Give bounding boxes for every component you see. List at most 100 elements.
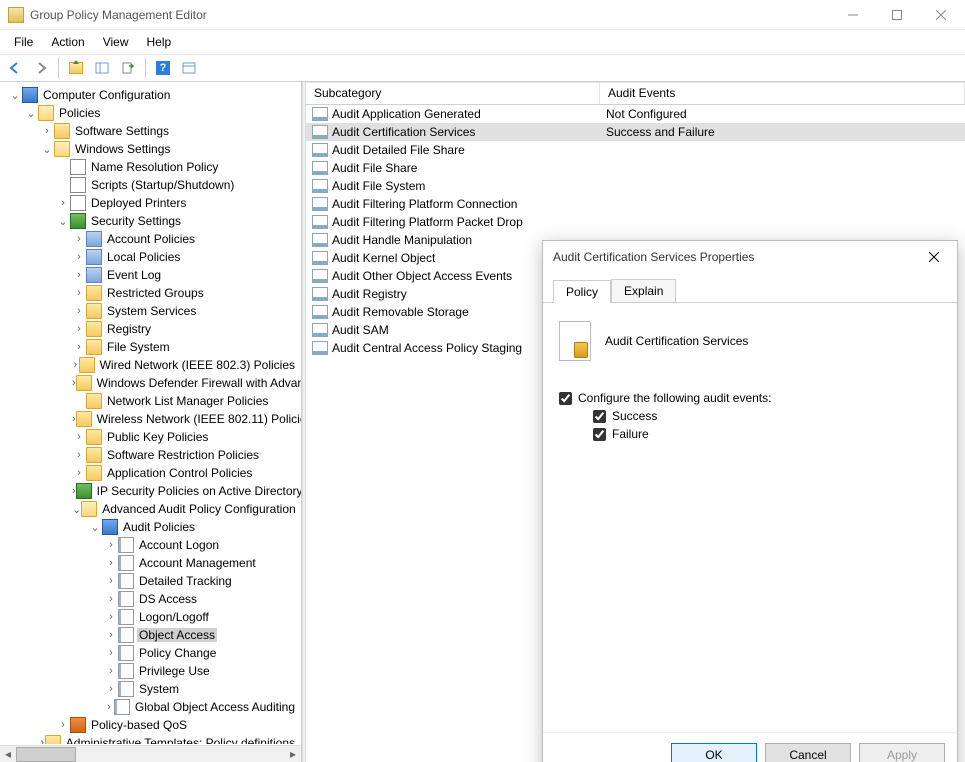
tree-item[interactable]: ›DS Access: [4, 590, 301, 608]
tree-item[interactable]: Name Resolution Policy: [4, 158, 301, 176]
menu-view[interactable]: View: [95, 33, 137, 51]
expand-icon[interactable]: ›: [104, 629, 118, 641]
expand-icon[interactable]: ›: [56, 719, 70, 731]
collapse-icon[interactable]: ⌄: [40, 143, 54, 156]
expand-icon[interactable]: ›: [104, 575, 118, 587]
configure-checkbox[interactable]: [559, 392, 572, 405]
expand-icon[interactable]: ›: [72, 269, 86, 281]
expand-icon[interactable]: ›: [72, 431, 86, 443]
cancel-button[interactable]: Cancel: [765, 743, 851, 762]
menu-help[interactable]: Help: [139, 33, 180, 51]
expand-icon[interactable]: ›: [104, 557, 118, 569]
ok-button[interactable]: OK: [671, 743, 757, 762]
scroll-right-icon[interactable]: ▸: [285, 747, 301, 762]
tree-item[interactable]: ›Policy-based QoS: [4, 716, 301, 734]
expand-icon[interactable]: ›: [104, 701, 114, 713]
column-audit-events[interactable]: Audit Events: [600, 83, 965, 104]
expand-icon[interactable]: ›: [104, 683, 118, 695]
expand-icon[interactable]: ›: [72, 359, 79, 371]
tree-item[interactable]: ›Administrative Templates: Policy defini…: [4, 734, 301, 744]
tree-item[interactable]: ›Account Management: [4, 554, 301, 572]
tree-item[interactable]: ›Object Access: [4, 626, 301, 644]
tree-item[interactable]: ›Wireless Network (IEEE 802.11) Policies: [4, 410, 301, 428]
tree-item[interactable]: ›Detailed Tracking: [4, 572, 301, 590]
column-subcategory[interactable]: Subcategory: [306, 83, 600, 104]
tree-item[interactable]: ›Account Logon: [4, 536, 301, 554]
success-checkbox[interactable]: [593, 410, 606, 423]
expand-icon[interactable]: ›: [72, 323, 86, 335]
tree-item[interactable]: ›System: [4, 680, 301, 698]
expand-icon[interactable]: ›: [72, 233, 86, 245]
tree-item[interactable]: ›System Services: [4, 302, 301, 320]
help-button[interactable]: ?: [152, 57, 174, 79]
expand-icon[interactable]: ›: [104, 539, 118, 551]
expand-icon[interactable]: ›: [104, 593, 118, 605]
tree-hscroll[interactable]: ◂ ▸: [0, 745, 301, 762]
dialog-close-button[interactable]: [921, 244, 947, 270]
expand-icon[interactable]: ›: [40, 125, 54, 137]
tree-item[interactable]: ⌄Audit Policies: [4, 518, 301, 536]
tree-item[interactable]: ›IP Security Policies on Active Director…: [4, 482, 301, 500]
tree-item[interactable]: ›Deployed Printers: [4, 194, 301, 212]
expand-icon[interactable]: ›: [72, 449, 86, 461]
tree-item[interactable]: ›Software Restriction Policies: [4, 446, 301, 464]
tree-item[interactable]: ›Software Settings: [4, 122, 301, 140]
list-item[interactable]: Audit Detailed File Share: [306, 141, 965, 159]
show-hide-tree-button[interactable]: [91, 57, 113, 79]
expand-icon[interactable]: ›: [72, 341, 86, 353]
close-button[interactable]: [919, 1, 963, 29]
tree-item[interactable]: ⌄Computer Configuration: [4, 86, 301, 104]
collapse-icon[interactable]: ⌄: [88, 521, 102, 534]
scroll-thumb[interactable]: [16, 747, 76, 762]
tree-item[interactable]: ›Windows Defender Firewall with Advanced…: [4, 374, 301, 392]
forward-button[interactable]: [30, 57, 52, 79]
tree-item[interactable]: ›Account Policies: [4, 230, 301, 248]
collapse-icon[interactable]: ⌄: [8, 89, 22, 102]
collapse-icon[interactable]: ⌄: [24, 107, 38, 120]
minimize-button[interactable]: [831, 1, 875, 29]
tree-item[interactable]: ›Global Object Access Auditing: [4, 698, 301, 716]
expand-icon[interactable]: ›: [72, 287, 86, 299]
export-button[interactable]: [117, 57, 139, 79]
failure-checkbox[interactable]: [593, 428, 606, 441]
tree-item[interactable]: ›Logon/Logoff: [4, 608, 301, 626]
tree-item[interactable]: ›File System: [4, 338, 301, 356]
tab-policy[interactable]: Policy: [553, 280, 611, 303]
list-item[interactable]: Audit Filtering Platform Connection: [306, 195, 965, 213]
collapse-icon[interactable]: ⌄: [56, 215, 70, 228]
tree[interactable]: ⌄Computer Configuration⌄Policies›Softwar…: [0, 86, 301, 744]
back-button[interactable]: [4, 57, 26, 79]
menu-action[interactable]: Action: [43, 33, 92, 51]
maximize-button[interactable]: [875, 1, 919, 29]
menu-file[interactable]: File: [6, 33, 41, 51]
tree-item[interactable]: ›Local Policies: [4, 248, 301, 266]
tree-item[interactable]: Network List Manager Policies: [4, 392, 301, 410]
expand-icon[interactable]: ›: [104, 611, 118, 623]
apply-button[interactable]: Apply: [859, 743, 945, 762]
tab-explain[interactable]: Explain: [611, 279, 676, 302]
collapse-icon[interactable]: ⌄: [72, 503, 81, 516]
tree-item[interactable]: ⌄Security Settings: [4, 212, 301, 230]
expand-icon[interactable]: ›: [104, 647, 118, 659]
expand-icon[interactable]: ›: [72, 467, 86, 479]
expand-icon[interactable]: ›: [72, 251, 86, 263]
list-item[interactable]: Audit Application GeneratedNot Configure…: [306, 105, 965, 123]
tree-item[interactable]: ⌄Advanced Audit Policy Configuration: [4, 500, 301, 518]
dialog-titlebar[interactable]: Audit Certification Services Properties: [543, 241, 957, 273]
tree-item[interactable]: ›Policy Change: [4, 644, 301, 662]
tree-item[interactable]: ›Privilege Use: [4, 662, 301, 680]
tree-item[interactable]: Scripts (Startup/Shutdown): [4, 176, 301, 194]
tree-item[interactable]: ›Application Control Policies: [4, 464, 301, 482]
tree-item[interactable]: ›Registry: [4, 320, 301, 338]
expand-icon[interactable]: ›: [56, 197, 70, 209]
scroll-left-icon[interactable]: ◂: [0, 747, 16, 762]
list-item[interactable]: Audit File System: [306, 177, 965, 195]
tree-item[interactable]: ›Restricted Groups: [4, 284, 301, 302]
properties-button[interactable]: [178, 57, 200, 79]
tree-item[interactable]: ⌄Windows Settings: [4, 140, 301, 158]
expand-icon[interactable]: ›: [72, 305, 86, 317]
list-item[interactable]: Audit File Share: [306, 159, 965, 177]
expand-icon[interactable]: ›: [104, 665, 118, 677]
tree-item[interactable]: ›Event Log: [4, 266, 301, 284]
tree-item[interactable]: ⌄Policies: [4, 104, 301, 122]
